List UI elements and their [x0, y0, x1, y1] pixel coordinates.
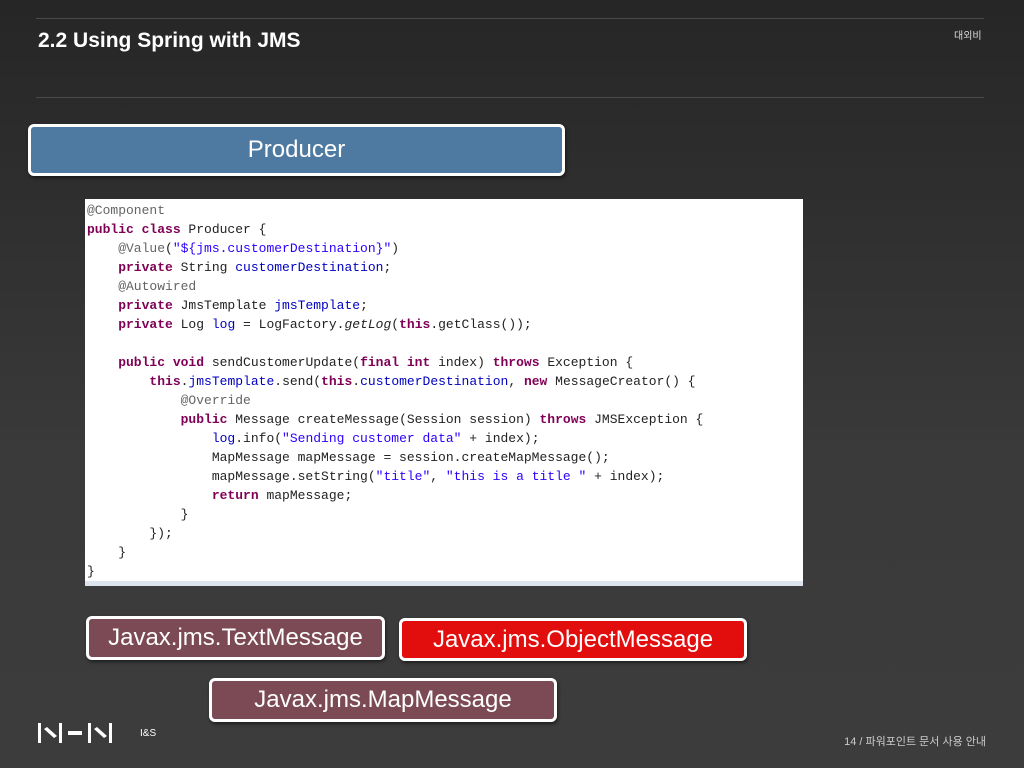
code-token: . — [352, 374, 361, 389]
code-token: , — [430, 469, 446, 484]
slide-title: 2.2 Using Spring with JMS — [38, 29, 301, 52]
code-line: } — [87, 543, 803, 562]
code-line: this.jmsTemplate.send(this.customerDesti… — [87, 372, 803, 391]
code-token: "title" — [375, 469, 431, 484]
code-token: JMSException { — [586, 412, 704, 427]
code-line: MapMessage mapMessage = session.createMa… — [87, 448, 803, 467]
code-token: @Autowired — [87, 279, 197, 294]
code-token: mapMessage; — [258, 488, 353, 503]
code-token: log — [87, 431, 236, 446]
code-line: public Message createMessage(Session ses… — [87, 410, 803, 429]
code-token: = LogFactory. — [235, 317, 345, 332]
code-token: private — [87, 317, 173, 332]
code-token: JmsTemplate — [172, 298, 275, 313]
code-token: this — [321, 374, 353, 389]
code-token: .info( — [235, 431, 283, 446]
code-token: "Sending customer data" — [282, 431, 462, 446]
code-token: + index); — [586, 469, 665, 484]
text-message-box: Javax.jms.TextMessage — [86, 616, 385, 660]
code-token: private — [87, 260, 173, 275]
code-line: private JmsTemplate jmsTemplate; — [87, 296, 803, 315]
code-token: return — [87, 488, 259, 503]
code-token: } — [87, 545, 127, 560]
code-token: MapMessage mapMessage = session.createMa… — [87, 450, 610, 465]
code-token: .send( — [274, 374, 322, 389]
code-block: @Component public class Producer { @Value… — [85, 199, 803, 586]
code-token: , — [508, 374, 524, 389]
code-token: Producer { — [180, 222, 267, 237]
nhn-logo-icon — [38, 723, 112, 743]
code-line: private Log log = LogFactory.getLog(this… — [87, 315, 803, 334]
code-token: getLog — [344, 317, 392, 332]
code-token: new — [523, 374, 548, 389]
code-token: throws — [539, 412, 587, 427]
code-token: Log — [172, 317, 212, 332]
code-token: customerDestination — [360, 374, 509, 389]
code-token: @Component — [87, 203, 166, 218]
code-line: } — [87, 505, 803, 524]
code-token: ) — [391, 241, 400, 256]
code-token: } — [87, 564, 95, 579]
code-line: mapMessage.setString("title", "this is a… — [87, 467, 803, 486]
code-token: log — [211, 317, 236, 332]
object-message-box: Javax.jms.ObjectMessage — [399, 618, 747, 661]
code-token: public void — [87, 355, 205, 370]
code-line: @Value("${jms.customerDestination}") — [87, 239, 803, 258]
code-token: private — [87, 298, 173, 313]
code-line: } — [87, 562, 803, 581]
code-token: index) — [430, 355, 493, 370]
code-token: "this is a title " — [445, 469, 587, 484]
code-token: }); — [87, 526, 173, 541]
code-token: ; — [383, 260, 392, 275]
code-token: Message createMessage(Session session) — [227, 412, 540, 427]
code-token: jmsTemplate — [188, 374, 275, 389]
code-token: ( — [391, 317, 400, 332]
code-token: final int — [360, 355, 431, 370]
code-token: ; — [360, 298, 368, 313]
classification-label: 대외비 — [954, 31, 982, 42]
map-message-box: Javax.jms.MapMessage — [209, 678, 557, 722]
code-token: + index); — [461, 431, 540, 446]
code-token: this — [399, 317, 431, 332]
code-token: ( — [165, 241, 173, 256]
code-token: mapMessage.setString( — [87, 469, 376, 484]
code-line: return mapMessage; — [87, 486, 803, 505]
code-token: public class — [87, 222, 181, 237]
logo-text: I&S — [140, 727, 157, 739]
code-line: }); — [87, 524, 803, 543]
producer-box: Producer — [28, 124, 565, 176]
company-logo: I&S — [38, 722, 156, 744]
code-token: @Value — [87, 241, 166, 256]
code-token: MessageCreator() { — [547, 374, 696, 389]
code-token: "${jms.customerDestination}" — [172, 241, 392, 256]
code-line: log.info("Sending customer data" + index… — [87, 429, 803, 448]
code-line: public void sendCustomerUpdate(final int… — [87, 353, 803, 372]
code-line: @Autowired — [87, 277, 803, 296]
code-token: Exception { — [539, 355, 634, 370]
code-line: private String customerDestination; — [87, 258, 803, 277]
code-token: throws — [492, 355, 540, 370]
code-token: jmsTemplate — [274, 298, 361, 313]
code-token: .getClass()); — [430, 317, 532, 332]
code-token: @Override — [87, 393, 251, 408]
code-line: public class Producer { — [87, 220, 803, 239]
code-token: } — [87, 507, 189, 522]
header-divider — [36, 97, 984, 98]
code-line: @Component — [87, 201, 803, 220]
code-token: customerDestination — [235, 260, 384, 275]
code-token: sendCustomerUpdate( — [204, 355, 361, 370]
code-token: this — [87, 374, 181, 389]
code-token: String — [172, 260, 236, 275]
code-line: @Override — [87, 391, 803, 410]
top-divider — [36, 18, 984, 19]
code-token: public — [87, 412, 228, 427]
page-footer: 14 / 파워포인트 문서 사용 안내 — [844, 736, 986, 748]
